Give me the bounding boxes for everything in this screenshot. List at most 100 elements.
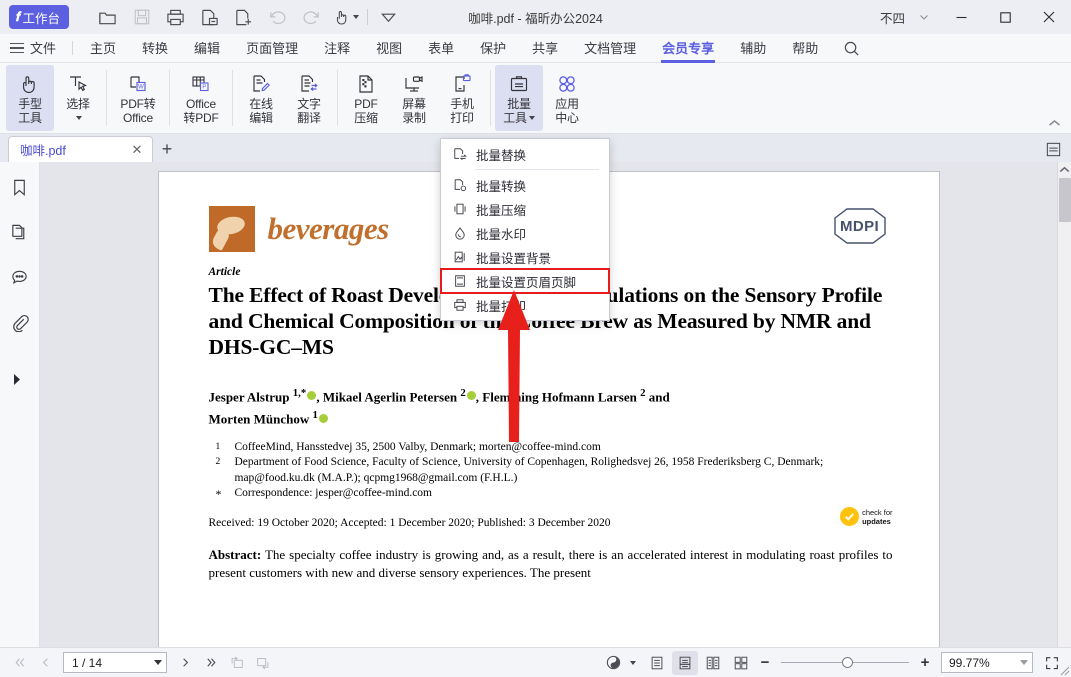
menu-item-convert[interactable]: 转换 [129, 34, 181, 63]
affiliation-marker: 1 [209, 440, 235, 456]
ribbon-mobile-print[interactable]: 手机打印 [438, 65, 486, 131]
add-page-icon[interactable] [227, 3, 261, 31]
author-list: Jesper Alstrup 1,*, Mikael Agerlin Peter… [209, 384, 893, 429]
read-mode-icon[interactable] [600, 651, 626, 675]
menu-batch-watermark[interactable]: 批量水印 [441, 221, 609, 245]
menu-separator [475, 169, 599, 170]
next-page-icon[interactable] [172, 651, 198, 675]
zoom-level-input[interactable]: 99.77% [941, 652, 1033, 673]
continuous-page-icon[interactable] [672, 651, 698, 675]
workbench-button[interactable]: 𝐟 工作台 [9, 5, 69, 29]
new-tab-button[interactable]: + [153, 136, 181, 162]
window-controls: 不四 [880, 0, 1071, 34]
text-select-icon [66, 70, 90, 98]
menu-item-doc-manage[interactable]: 文档管理 [571, 34, 649, 63]
menu-batch-print[interactable]: 批量打印 [441, 293, 609, 317]
ribbon-toolbar: 手型工具 选择 W PDF转Office [0, 63, 1071, 134]
batch-tools-dropdown-menu[interactable]: 批量替换 批量转换 批量压缩 [440, 138, 610, 321]
remove-page-icon[interactable] [193, 3, 227, 31]
save-icon[interactable] [125, 3, 159, 31]
open-file-icon[interactable] [91, 3, 125, 31]
close-button[interactable] [1027, 0, 1071, 34]
ribbon-text-translate[interactable]: 文字翻译 [285, 65, 333, 131]
menu-batch-compress[interactable]: 批量压缩 [441, 197, 609, 221]
scrollbar-thumb[interactable] [1059, 178, 1071, 222]
zoom-out-button[interactable]: − [756, 654, 774, 671]
ribbon-pdf-to-office[interactable]: W PDF转Office [111, 65, 165, 131]
menu-item-edit[interactable]: 编辑 [181, 34, 233, 63]
chevron-down-icon[interactable] [154, 660, 162, 665]
ribbon-office-to-pdf[interactable]: P Office转PDF [174, 65, 228, 131]
first-page-icon[interactable] [6, 651, 32, 675]
menu-item-file[interactable]: 文件 [30, 34, 68, 63]
maximize-button[interactable] [983, 0, 1027, 34]
ribbon-screen-record[interactable]: 屏幕录制 [390, 65, 438, 131]
menu-item-protect[interactable]: 保护 [467, 34, 519, 63]
mdpi-logo: MDPI [827, 206, 893, 246]
menu-item-form[interactable]: 表单 [415, 34, 467, 63]
two-page-continuous-icon[interactable] [728, 651, 754, 675]
scroll-up-chevron-icon[interactable] [1059, 162, 1070, 178]
chevron-down-icon[interactable] [630, 661, 636, 665]
chevron-down-icon[interactable] [1020, 660, 1028, 665]
menu-item-page-manage[interactable]: 页面管理 [233, 34, 311, 63]
page-number-input[interactable]: 1 / 14 [63, 652, 167, 673]
single-page-icon[interactable] [644, 651, 670, 675]
ribbon-online-edit[interactable]: 在线编辑 [237, 65, 285, 131]
translate-icon [297, 70, 321, 98]
bookmark-icon[interactable] [7, 174, 33, 200]
undo-icon[interactable] [261, 3, 295, 31]
customize-toolbar-icon[interactable] [372, 3, 406, 31]
menu-batch-background[interactable]: 批量设置背景 [441, 245, 609, 269]
user-account-label[interactable]: 不四 [880, 8, 905, 27]
window-resize-grip[interactable] [1057, 663, 1070, 676]
account-chevron-down-icon[interactable] [909, 0, 939, 34]
prev-page-icon[interactable] [32, 651, 58, 675]
document-vertical-scrollbar[interactable] [1057, 162, 1071, 647]
menu-item-home[interactable]: 主页 [77, 34, 129, 63]
ribbon-hand-tool[interactable]: 手型工具 [6, 65, 54, 131]
ribbon-collapse-chevron-up-icon[interactable] [1048, 119, 1061, 131]
menu-item-accessibility[interactable]: 辅助 [727, 34, 779, 63]
zoom-in-button[interactable]: + [916, 654, 934, 671]
crossmark-badge[interactable]: check forupdates [840, 507, 892, 526]
menu-item-view[interactable]: 视图 [363, 34, 415, 63]
rotate-page-icon[interactable] [224, 651, 250, 675]
menu-batch-header-footer[interactable]: 批量设置页眉页脚 [441, 269, 609, 293]
hand-tool-icon[interactable] [329, 3, 363, 31]
ribbon-text-translate-label: 文字翻译 [297, 98, 321, 125]
menu-batch-replace[interactable]: 批量替换 [441, 142, 609, 166]
search-icon[interactable] [843, 40, 860, 57]
menu-item-help[interactable]: 帮助 [779, 34, 831, 63]
quick-access-toolbar [91, 3, 406, 31]
minimize-button[interactable] [939, 0, 983, 34]
print-icon[interactable] [159, 3, 193, 31]
expand-panel-icon[interactable] [13, 373, 22, 389]
menu-item-share[interactable]: 共享 [519, 34, 571, 63]
menu-item-comment[interactable]: 注释 [311, 34, 363, 63]
pages-thumbnail-icon[interactable] [7, 219, 33, 245]
ribbon-batch-tools[interactable]: 批量 工具 [495, 65, 543, 131]
affiliation-row: 1 CoffeeMind, Hansstedvej 35, 2500 Valby… [209, 440, 893, 456]
last-page-icon[interactable] [198, 651, 224, 675]
document-tab[interactable]: 咖啡.pdf ✕ [8, 136, 153, 162]
comment-icon[interactable] [7, 264, 33, 290]
hamburger-menu-icon[interactable] [10, 43, 24, 54]
rotate-view-icon[interactable] [250, 651, 276, 675]
menu-item-member-exclusive[interactable]: 会员专享 [649, 34, 727, 63]
status-bar-right: − + 99.77% [600, 651, 1065, 675]
attachment-icon[interactable] [7, 309, 33, 335]
menu-batch-convert[interactable]: 批量转换 [441, 173, 609, 197]
zoom-slider[interactable] [781, 655, 909, 671]
workbench-label: 工作台 [22, 8, 60, 27]
ribbon-select-tool[interactable]: 选择 [54, 65, 102, 131]
close-tab-icon[interactable]: ✕ [128, 142, 146, 158]
compress-icon [354, 70, 378, 98]
ribbon-pdf-compress[interactable]: PDF压缩 [342, 65, 390, 131]
redo-icon[interactable] [295, 3, 329, 31]
zoom-slider-knob[interactable] [842, 657, 853, 668]
ribbon-app-center[interactable]: 应用中心 [543, 65, 591, 131]
affiliation-marker: 2 [209, 455, 235, 486]
two-page-icon[interactable] [700, 651, 726, 675]
split-view-icon[interactable] [1041, 138, 1065, 160]
